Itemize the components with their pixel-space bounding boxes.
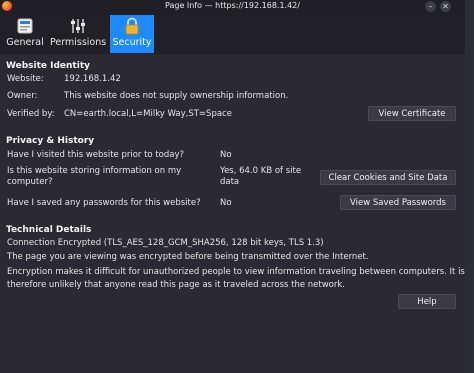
- visited-answer: No: [220, 150, 232, 160]
- view-certificate-button[interactable]: View Certificate: [368, 106, 456, 121]
- help-button[interactable]: Help: [398, 294, 456, 309]
- view-saved-passwords-button[interactable]: View Saved Passwords: [340, 195, 456, 210]
- owner-value: This website does not supply ownership i…: [64, 91, 289, 101]
- clear-cookies-button[interactable]: Clear Cookies and Site Data: [320, 170, 456, 185]
- owner-label: Owner:: [7, 91, 38, 101]
- minimize-button[interactable]: –: [425, 1, 436, 12]
- window-title: Page Info — https://192.168.1.42/: [165, 1, 300, 10]
- padlock-icon: [123, 17, 141, 35]
- passwords-question: Have I saved any passwords for this webs…: [7, 198, 201, 208]
- website-identity-heading: Website Identity: [6, 61, 90, 71]
- close-button[interactable]: ✕: [440, 1, 451, 12]
- tab-security[interactable]: Security: [110, 15, 154, 53]
- verified-by-label: Verified by:: [7, 109, 55, 119]
- storing-question-line1: Is this website storing information on m…: [7, 166, 182, 176]
- tab-permissions[interactable]: Permissions: [50, 15, 106, 53]
- tab-security-label: Security: [112, 37, 152, 48]
- website-value: 192.168.1.42: [64, 74, 121, 84]
- storing-question-line2: computer?: [7, 177, 53, 187]
- storing-answer-line2: data: [220, 177, 240, 187]
- storing-answer-line1: Yes, 64.0 KB of site: [220, 166, 302, 176]
- tab-general[interactable]: General: [5, 15, 45, 53]
- encryption-statement: The page you are viewing was encrypted b…: [7, 252, 369, 262]
- general-icon: [16, 17, 34, 35]
- permissions-icon: [69, 17, 87, 35]
- title-bar: Page Info — https://192.168.1.42/ – ✕: [0, 0, 465, 14]
- storing-answer: Yes, 64.0 KB of site data: [220, 166, 301, 188]
- connection-encrypted-text: Connection Encrypted (TLS_AES_128_GCM_SH…: [7, 238, 324, 248]
- privacy-history-heading: Privacy & History: [6, 136, 95, 146]
- tab-permissions-label: Permissions: [50, 37, 107, 48]
- visited-question: Have I visited this website prior to tod…: [7, 150, 185, 160]
- technical-details-heading: Technical Details: [6, 225, 92, 235]
- tab-general-label: General: [6, 37, 44, 48]
- verified-by-value: CN=earth.local,L=Milky Way,ST=Space: [64, 109, 232, 119]
- storing-question: Is this website storing information on m…: [7, 166, 181, 188]
- passwords-answer: No: [220, 198, 232, 208]
- encryption-explanation-line1: Encryption makes it difficult for unauth…: [7, 267, 465, 277]
- encryption-explanation-line2: therefore unlikely that anyone read this…: [7, 280, 345, 290]
- website-label: Website:: [7, 74, 44, 84]
- page-info-window: Page Info — https://192.168.1.42/ – ✕ Ge…: [0, 0, 465, 373]
